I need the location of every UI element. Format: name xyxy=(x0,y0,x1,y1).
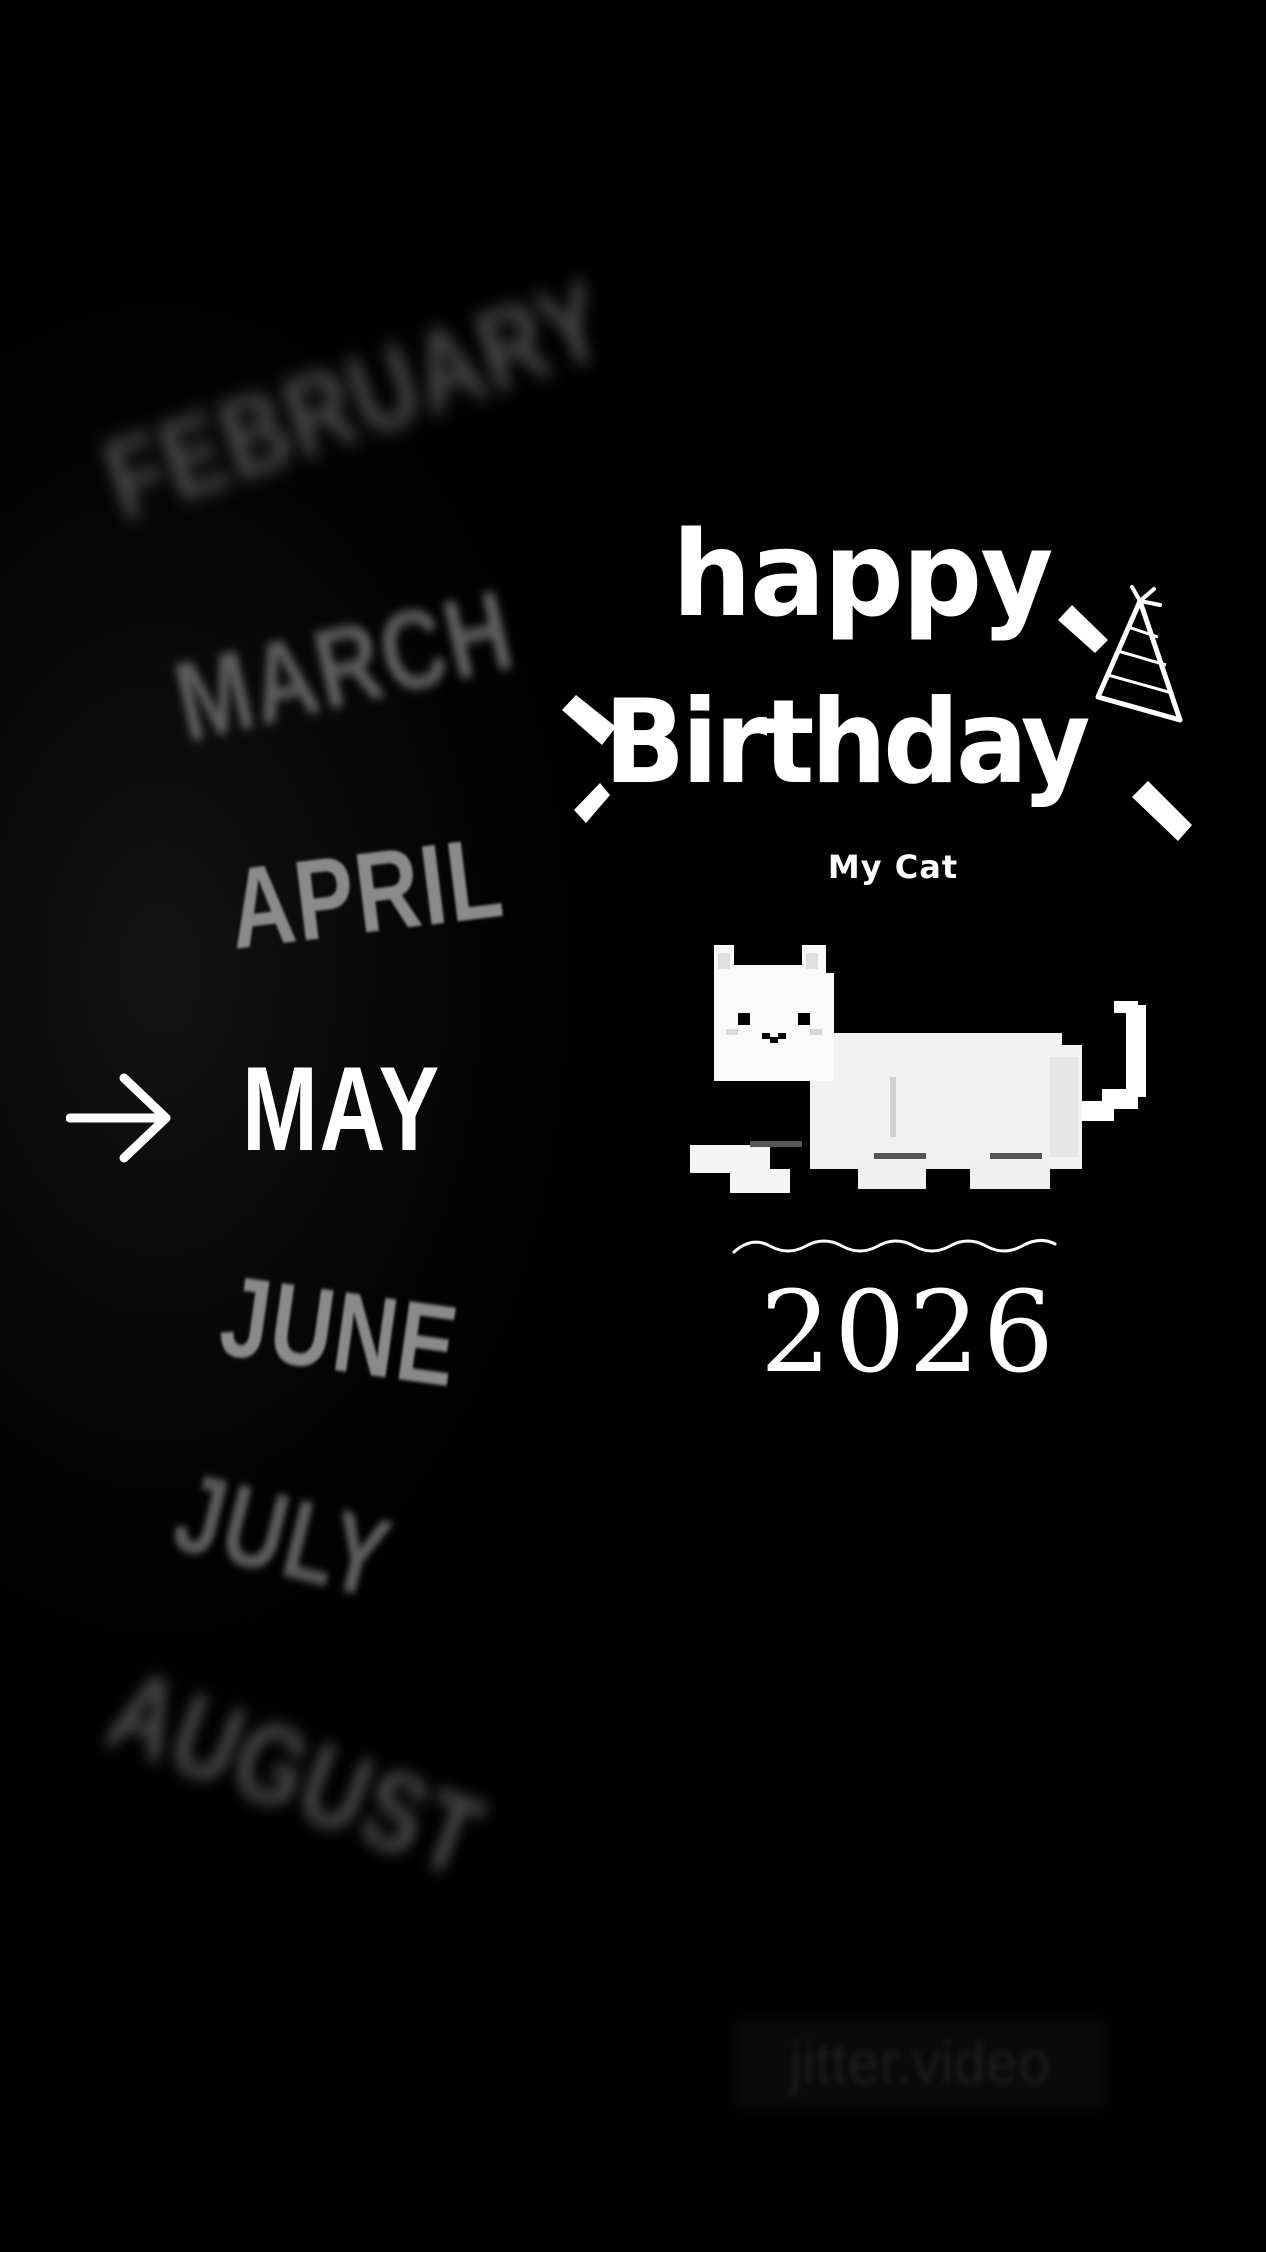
watermark-text: jitter.video xyxy=(789,2031,1051,2096)
year-label: 2026 xyxy=(760,1268,1058,1398)
arrow-right-icon xyxy=(66,1073,171,1163)
month-february[interactable]: FEBRUARY xyxy=(89,254,623,545)
title-happy: happy xyxy=(672,505,1053,643)
title-block: happy Birthday xyxy=(560,505,1200,865)
birthday-screen: FEBRUARY MARCH APRIL MAY JUNE JULY AUGUS… xyxy=(0,0,1266,2252)
party-hat-icon xyxy=(1095,585,1183,723)
month-july[interactable]: JULY xyxy=(162,1447,403,1624)
wave-divider xyxy=(732,1239,1057,1254)
title-birthday: Birthday xyxy=(604,675,1090,810)
month-may-selected[interactable]: MAY xyxy=(242,1040,441,1178)
subtitle-my-cat: My Cat xyxy=(827,848,959,886)
pixel-cat-icon xyxy=(690,945,1146,1193)
month-march[interactable]: MARCH xyxy=(163,565,525,768)
month-april[interactable]: APRIL xyxy=(222,812,510,975)
month-august[interactable]: AUGUST xyxy=(92,1644,500,1903)
month-june[interactable]: JUNE xyxy=(213,1251,466,1414)
